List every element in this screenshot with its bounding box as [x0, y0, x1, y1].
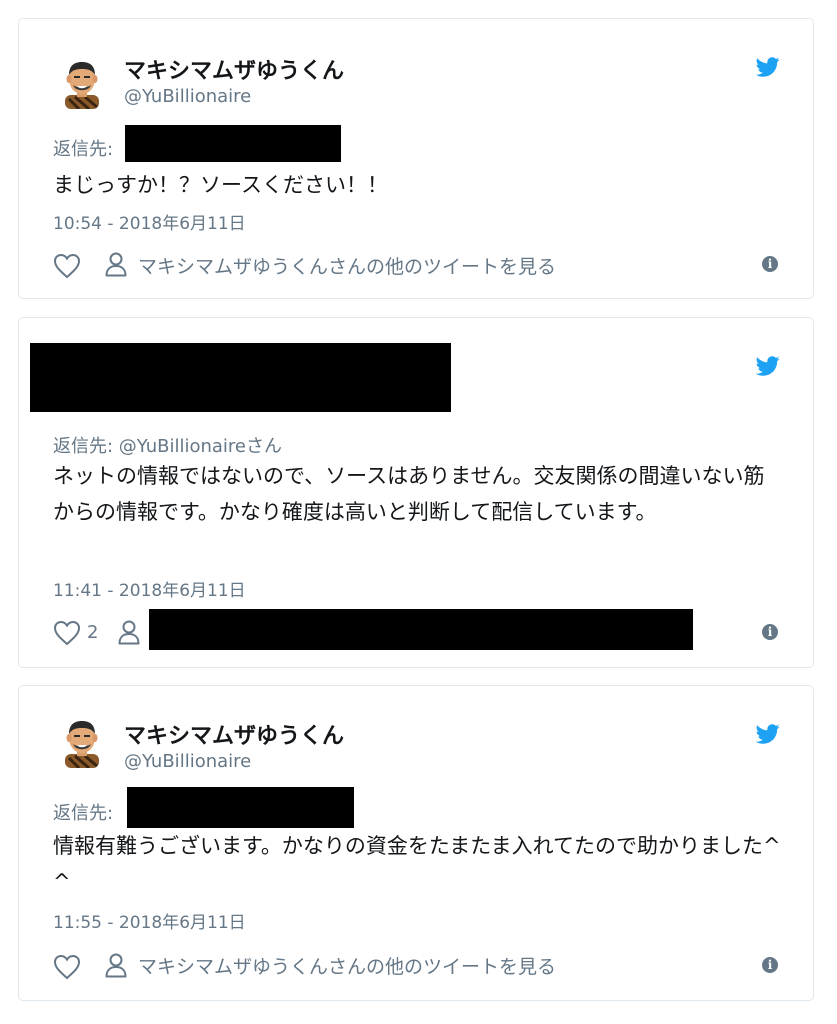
tweet-text: 情報有難うございます。かなりの資金をたまたま入れてたので助かりました^ ^ [53, 834, 781, 894]
tweet-text: ネットの情報ではないので、ソースはありません。交友関係の間違いない筋からの情報で… [53, 464, 765, 524]
twitter-bird-icon[interactable] [754, 55, 782, 79]
redaction-box [30, 343, 451, 412]
info-icon[interactable]: i [762, 957, 778, 973]
avatar[interactable] [59, 59, 105, 109]
person-icon [117, 619, 141, 645]
heart-icon[interactable] [53, 253, 81, 279]
twitter-bird-icon[interactable] [754, 722, 782, 746]
author-name[interactable]: マキシマムザゆうくん [124, 718, 344, 750]
avatar[interactable] [59, 718, 105, 768]
reply-to-label: 返信先: [53, 139, 114, 160]
author-handle[interactable]: @YuBillionaire [124, 86, 251, 107]
tweet-card: マキシマムザゆうくん @YuBillionaire 返信先: 情報有難うございま… [18, 685, 814, 1001]
like-count: 2 [87, 622, 99, 643]
tweet-text: まじっすか！？ソースください！！ [53, 173, 388, 197]
heart-icon[interactable] [53, 620, 81, 646]
tweet-timestamp[interactable]: 11:41 - 2018年6月11日 [53, 576, 246, 601]
info-icon[interactable]: i [762, 624, 778, 640]
info-icon[interactable]: i [762, 256, 778, 272]
redaction-box [125, 125, 341, 162]
tweet-card: 返信先: @YuBillionaireさん ネットの情報ではないので、ソースはあ… [18, 317, 814, 668]
author-handle[interactable]: @YuBillionaire [124, 751, 251, 772]
redaction-box [149, 609, 693, 650]
reply-to-label: 返信先: @YuBillionaireさん [53, 436, 283, 457]
person-icon [104, 952, 128, 978]
twitter-bird-icon[interactable] [754, 354, 782, 378]
tweet-timestamp[interactable]: 10:54 - 2018年6月11日 [53, 209, 246, 234]
tweet-card: マキシマムザゆうくん @YuBillionaire 返信先: まじっすか！？ソー… [18, 18, 814, 299]
heart-icon[interactable] [53, 954, 81, 980]
person-icon [104, 251, 128, 277]
reply-to-label: 返信先: [53, 803, 114, 824]
redaction-box [127, 787, 354, 828]
tweet-timestamp[interactable]: 11:55 - 2018年6月11日 [53, 908, 246, 933]
more-tweets-link[interactable]: マキシマムザゆうくんさんの他のツイートを見る [138, 252, 556, 279]
more-tweets-link[interactable]: マキシマムザゆうくんさんの他のツイートを見る [138, 952, 556, 979]
author-name[interactable]: マキシマムザゆうくん [124, 53, 344, 85]
